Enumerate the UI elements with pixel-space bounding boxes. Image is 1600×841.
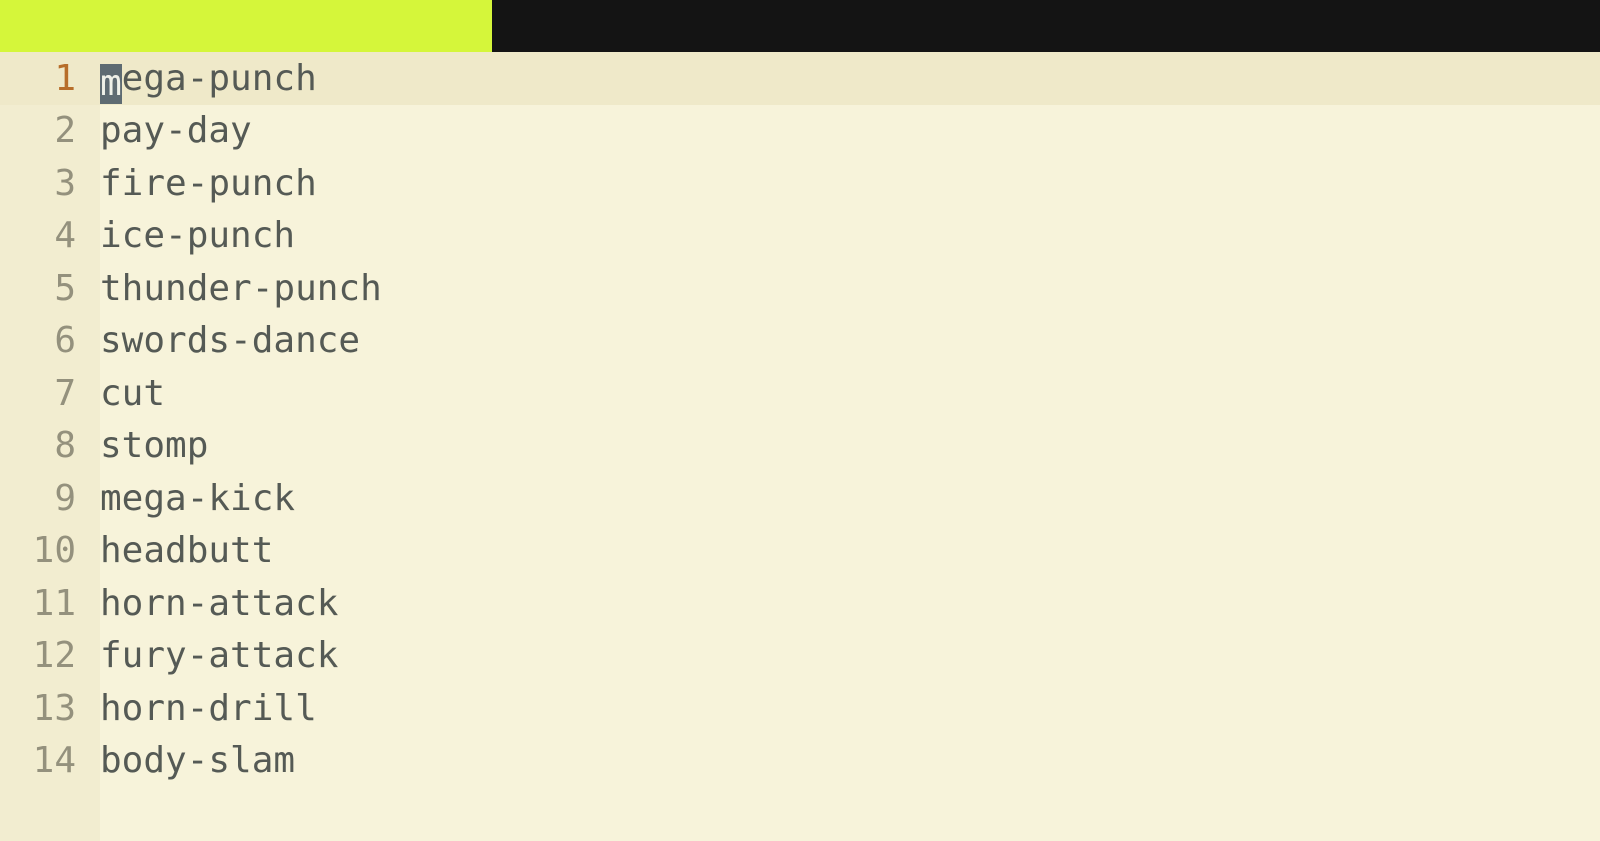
line-number: 10 (0, 530, 84, 571)
line-content: fire-punch (84, 163, 317, 204)
editor-line[interactable]: 4ice-punch (0, 210, 1600, 263)
line-content: swords-dance (84, 320, 360, 361)
editor-line[interactable]: 7cut (0, 367, 1600, 420)
line-content: fury-attack (84, 635, 338, 676)
editor-line[interactable]: 6swords-dance (0, 315, 1600, 368)
line-content: stomp (84, 425, 208, 466)
editor-line[interactable]: 1m ega-punch (0, 52, 1600, 105)
line-content: m ega-punch (84, 58, 317, 99)
line-number: 12 (0, 635, 84, 676)
editor-line[interactable]: 11horn-attack (0, 577, 1600, 630)
line-content: horn-drill (84, 688, 317, 729)
line-number: 5 (0, 268, 84, 309)
line-number: 4 (0, 215, 84, 256)
editor-line[interactable]: 9mega-kick (0, 472, 1600, 525)
line-content: cut (84, 373, 165, 414)
line-number: 9 (0, 478, 84, 519)
line-content: pay-day (84, 110, 252, 151)
buffer-tab[interactable]: p/rhydon_moves.txt (0, 0, 492, 52)
line-number: 8 (0, 425, 84, 466)
titlebar: p/rhydon_moves.txt (0, 0, 1600, 52)
line-content: ice-punch (84, 215, 295, 256)
line-content: mega-kick (84, 478, 295, 519)
editor-line[interactable]: 12fury-attack (0, 630, 1600, 683)
line-content: body-slam (84, 740, 295, 781)
editor-line[interactable]: 13horn-drill (0, 682, 1600, 735)
line-number: 14 (0, 740, 84, 781)
editor-line[interactable]: 3fire-punch (0, 157, 1600, 210)
line-number: 11 (0, 583, 84, 624)
line-number: 13 (0, 688, 84, 729)
editor-area[interactable]: 1m ega-punch2pay-day3fire-punch4ice-punc… (0, 52, 1600, 841)
editor-lines: 1m ega-punch2pay-day3fire-punch4ice-punc… (0, 52, 1600, 787)
line-content: headbutt (84, 530, 273, 571)
line-content: thunder-punch (84, 268, 382, 309)
editor-line[interactable]: 5thunder-punch (0, 262, 1600, 315)
cursor-block: m (100, 64, 122, 104)
line-number: 2 (0, 110, 84, 151)
line-number: 7 (0, 373, 84, 414)
editor-line[interactable]: 2pay-day (0, 105, 1600, 158)
editor-line[interactable]: 14body-slam (0, 735, 1600, 788)
line-number: 6 (0, 320, 84, 361)
line-content: horn-attack (84, 583, 338, 624)
editor-line[interactable]: 10headbutt (0, 525, 1600, 578)
editor-line[interactable]: 8stomp (0, 420, 1600, 473)
line-number: 1 (0, 58, 84, 99)
line-number: 3 (0, 163, 84, 204)
